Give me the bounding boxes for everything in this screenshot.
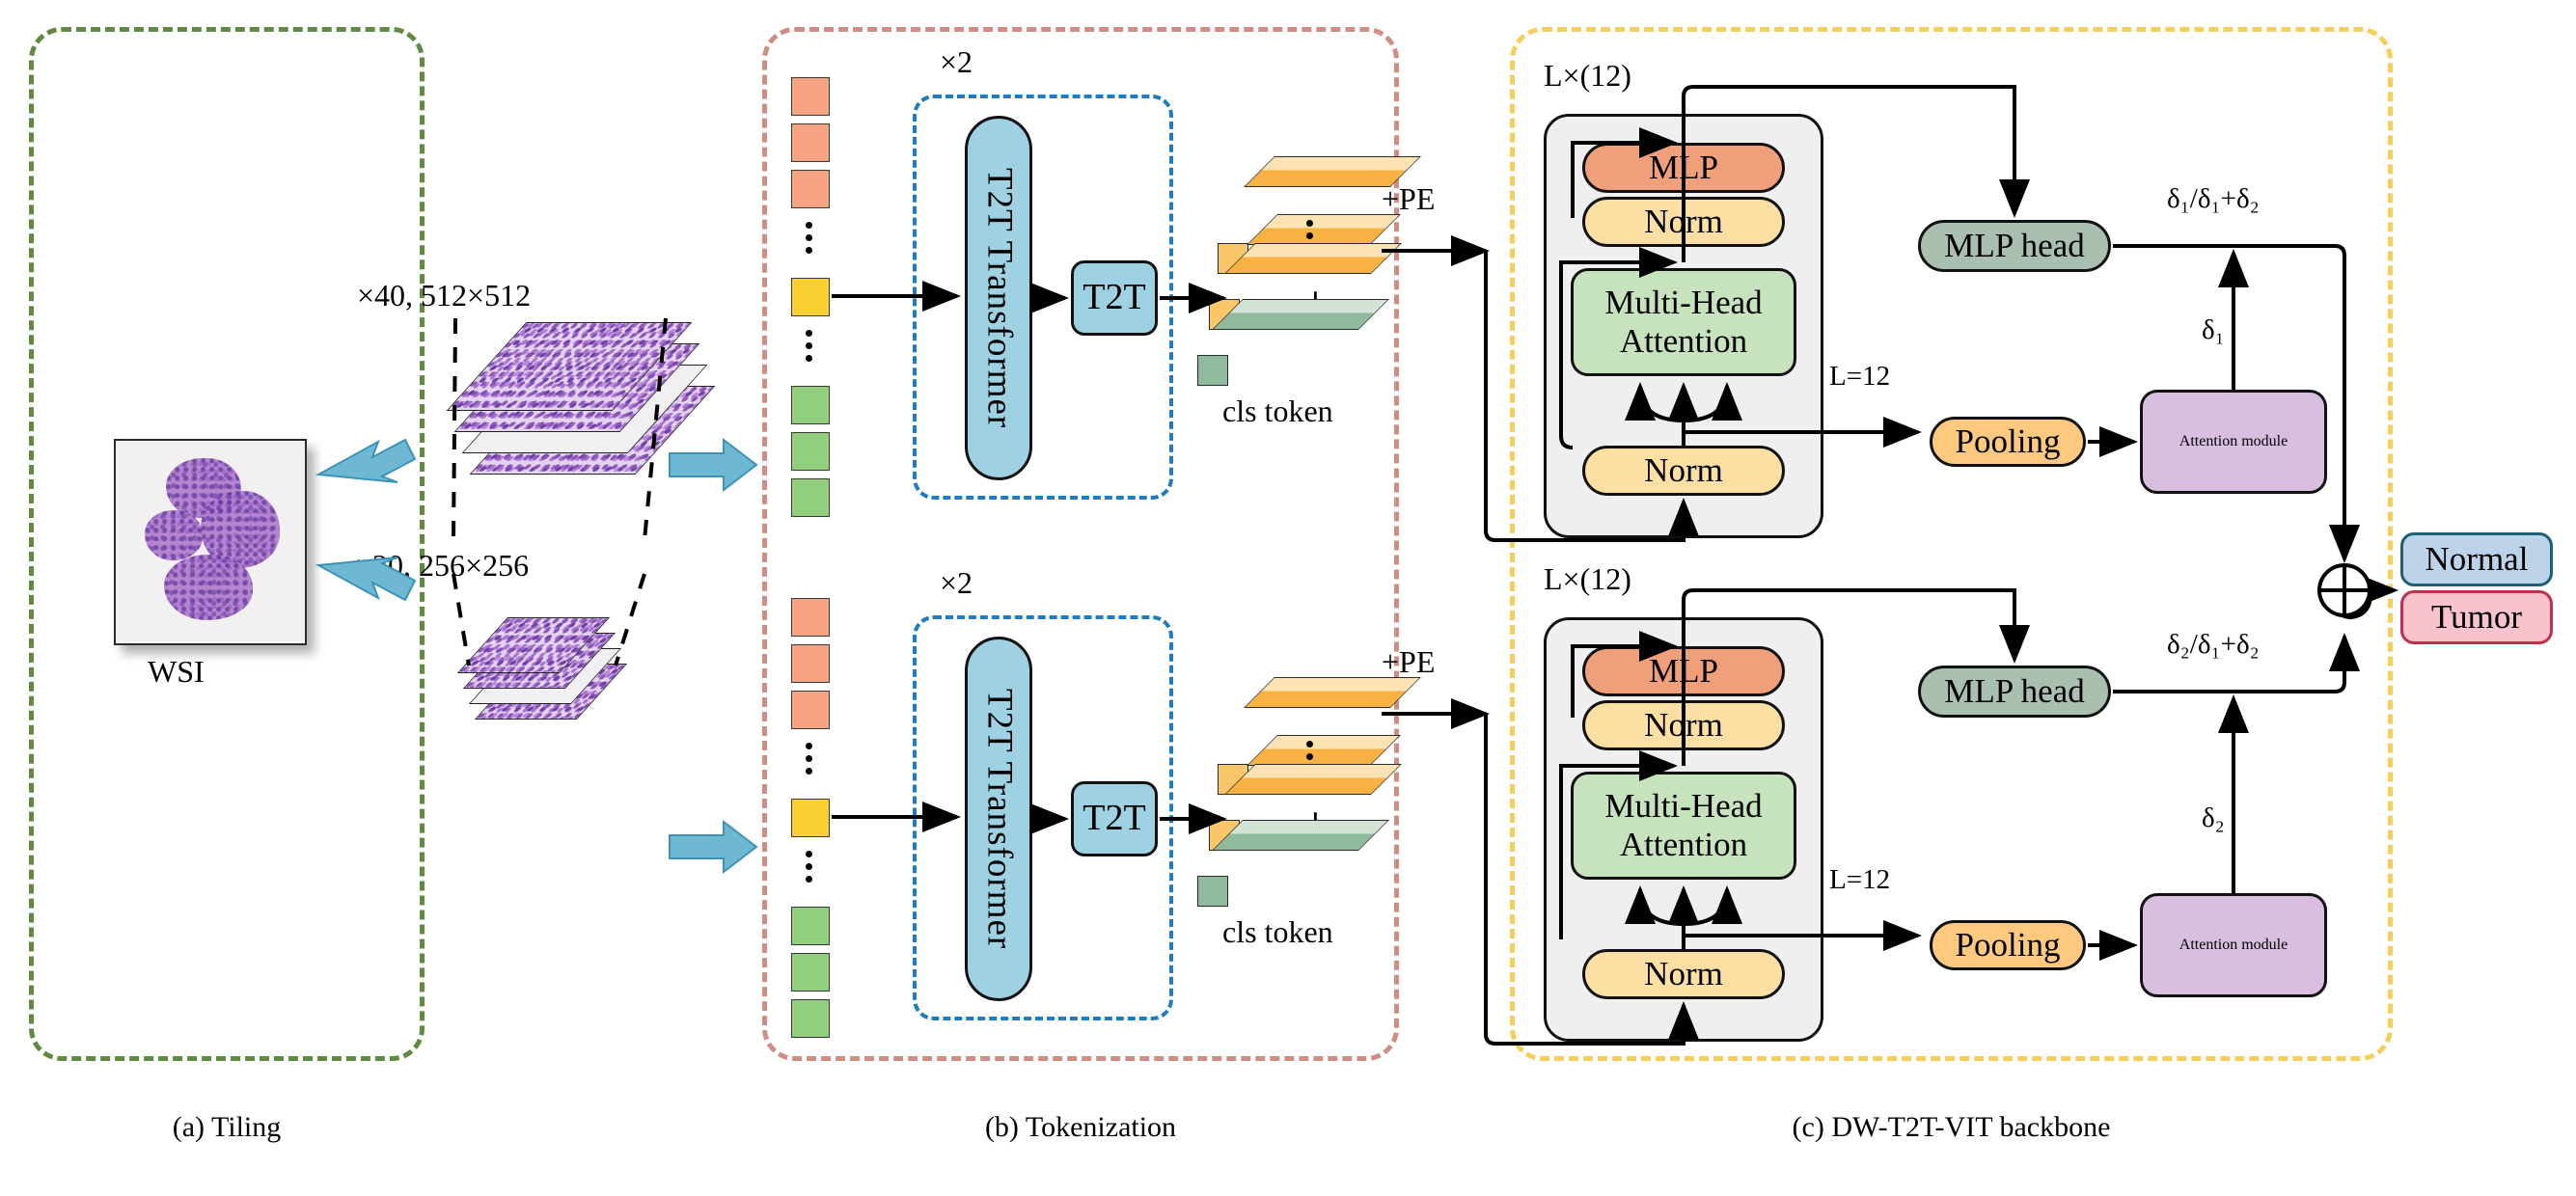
delta-label-bottom: δ₂	[2202, 802, 2225, 833]
mlp-head-top[interactable]: MLP head	[1918, 220, 2111, 272]
magnification-label-40x: ×40, 512×512	[357, 278, 532, 313]
t2t-block-top[interactable]: T2T	[1071, 260, 1158, 336]
t2t-transformer-top[interactable]: T2T Transformer	[965, 116, 1032, 480]
attention-module-bottom[interactable]: Attention module	[2140, 893, 2327, 997]
cls-bar-ellipsis-bottom	[1304, 735, 1314, 766]
multi-head-attention-top[interactable]: Multi-Head Attention	[1571, 268, 1796, 376]
norm-bottom-block-top[interactable]: Norm	[1582, 446, 1785, 496]
attention-module-top[interactable]: Attention module	[2140, 390, 2327, 494]
t2t-block-bottom[interactable]: T2T	[1071, 781, 1158, 856]
cls-token-label-bottom: cls token	[1222, 914, 1333, 949]
pe-label-top: +PE	[1382, 181, 1436, 216]
cls-token-label-top: cls token	[1222, 394, 1333, 428]
output-normal[interactable]: Normal	[2400, 532, 2553, 586]
depth-label-top: L×(12)	[1544, 58, 1631, 93]
weight-label-bottom: δ₂/δ₁+δ₂	[2167, 629, 2260, 660]
weight-label-top: δ₁/δ₁+δ₂	[2167, 183, 2260, 214]
cls-bar-ellipsis-top	[1304, 214, 1314, 245]
pe-label-bottom: +PE	[1382, 644, 1436, 679]
token-ellipsis-upper	[804, 216, 813, 259]
pooling-bottom[interactable]: Pooling	[1930, 920, 2086, 970]
layer-label-bottom: L=12	[1829, 864, 1891, 895]
t2t-transformer-bottom[interactable]: T2T Transformer	[965, 637, 1032, 1001]
caption-a: (a) Tiling	[172, 1111, 282, 1143]
mlp-block-top[interactable]: MLP	[1582, 143, 1785, 193]
output-tumor[interactable]: Tumor	[2400, 590, 2553, 644]
wsi-label: WSI	[148, 654, 205, 689]
mlp-head-bottom[interactable]: MLP head	[1918, 666, 2111, 718]
caption-c: (c) DW-T2T-VIT backbone	[1792, 1111, 2111, 1143]
norm-bottom-block-bottom[interactable]: Norm	[1582, 949, 1785, 999]
token-ellipsis-lower-2	[804, 845, 813, 888]
multi-head-attention-bottom[interactable]: Multi-Head Attention	[1571, 772, 1796, 880]
sum-node: ⊕	[2321, 557, 2380, 635]
delta-label-top: δ₁	[2202, 314, 2225, 345]
norm-top-block-top[interactable]: Norm	[1582, 197, 1785, 247]
caption-b: (b) Tokenization	[984, 1111, 1177, 1143]
mlp-block-bottom[interactable]: MLP	[1582, 646, 1785, 696]
wsi-thumbnail	[114, 439, 307, 645]
repeat-label-top: ×2	[940, 44, 973, 79]
token-ellipsis-lower	[804, 324, 813, 367]
depth-label-bottom: L×(12)	[1544, 561, 1631, 596]
magnification-label-20x: ×20, 256×256	[355, 548, 530, 583]
token-ellipsis-upper-2	[804, 737, 813, 780]
layer-label-top: L=12	[1829, 361, 1891, 392]
repeat-label-bottom: ×2	[940, 565, 973, 600]
norm-top-block-bottom[interactable]: Norm	[1582, 700, 1785, 750]
pooling-top[interactable]: Pooling	[1930, 417, 2086, 467]
